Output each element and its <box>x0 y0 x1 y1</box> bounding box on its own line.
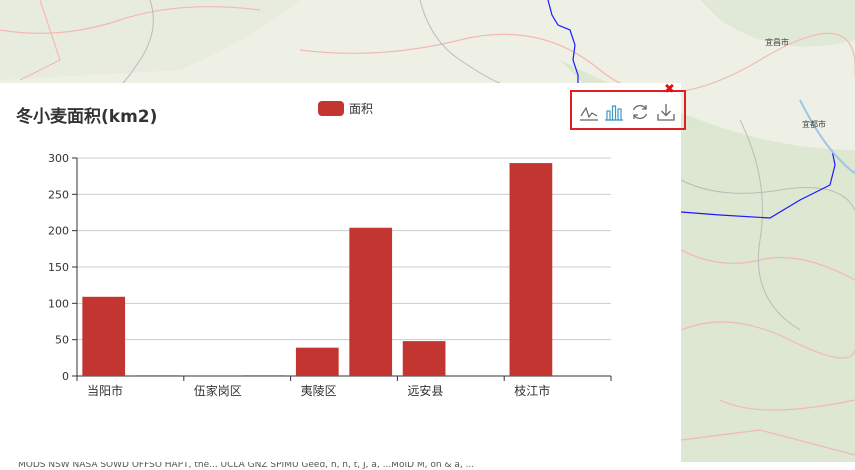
restore-icon[interactable] <box>630 102 650 122</box>
bar <box>509 163 553 376</box>
bar <box>242 375 286 376</box>
chart-legend[interactable]: 面积 <box>318 100 373 117</box>
attribution-text: MODS NSW NASA SOWD OFFSO HAPT, the... UC… <box>18 462 475 470</box>
y-tick-label: 300 <box>48 152 69 165</box>
line-chart-icon[interactable] <box>579 102 599 122</box>
y-tick-label: 100 <box>48 297 69 310</box>
x-tick-label: 远安县 <box>407 383 443 398</box>
legend-swatch[interactable] <box>318 101 344 116</box>
chart-title: 冬小麦面积(km2) <box>16 107 158 127</box>
y-tick-label: 150 <box>48 261 69 274</box>
x-tick-label: 当阳市 <box>87 383 123 398</box>
bar <box>295 347 339 376</box>
bar <box>402 341 446 376</box>
download-icon[interactable] <box>656 102 676 122</box>
x-tick-label: 伍家岗区 <box>194 383 242 398</box>
y-tick-label: 0 <box>62 370 69 383</box>
close-icon[interactable]: ✖ <box>664 83 675 97</box>
y-tick-label: 50 <box>55 334 69 347</box>
map-attribution: MODS NSW NASA SOWD OFFSO HAPT, the... UC… <box>0 462 855 470</box>
bar <box>135 375 179 376</box>
x-tick-label: 枝江市 <box>514 383 550 398</box>
bar <box>82 296 126 376</box>
bar-chart-icon[interactable] <box>604 102 624 122</box>
bar-chart: 0 50 100 150 200 250 300 当阳市 伍家岗区 夷陵区 远安县 枝江市 <box>48 152 612 398</box>
bar <box>349 227 393 376</box>
y-tick-label: 250 <box>48 188 69 201</box>
x-tick-label: 夷陵区 <box>301 383 337 398</box>
y-tick-label: 200 <box>48 225 69 238</box>
legend-label[interactable]: 面积 <box>349 100 373 117</box>
